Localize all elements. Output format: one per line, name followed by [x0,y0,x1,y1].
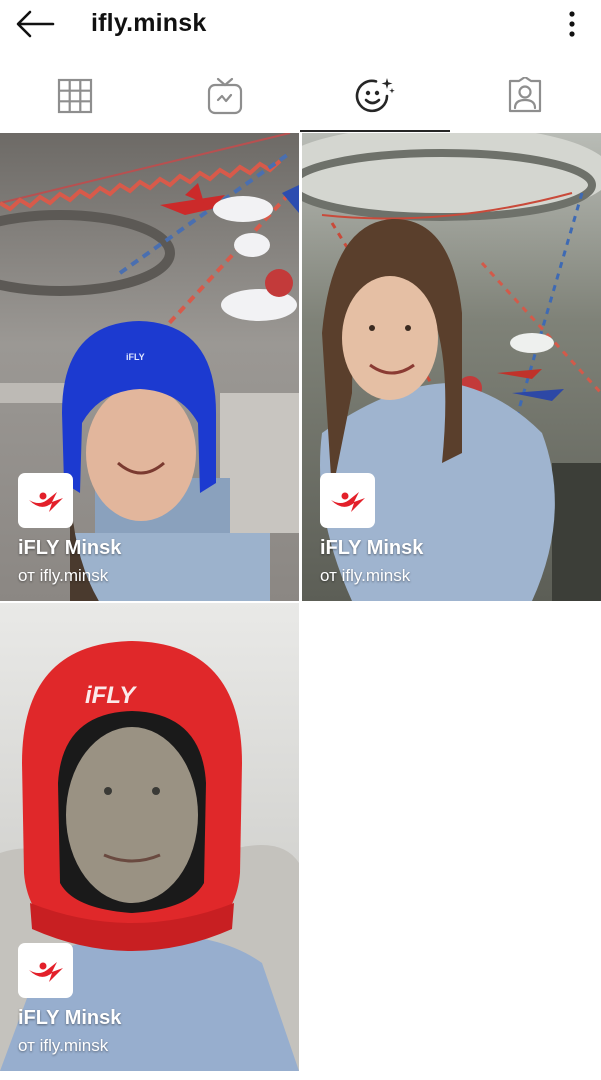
back-button[interactable] [12,6,58,42]
ifly-logo-badge [18,943,73,998]
ifly-logo-icon [330,491,365,512]
effect-author: от ifly.minsk [18,566,109,585]
svg-text:iFLY: iFLY [126,352,145,362]
top-bar: ifly.minsk [0,0,601,48]
ifly-logo-icon [28,491,63,512]
tagged-person-icon [508,77,542,113]
effect-name: iFLY Minsk [18,1007,122,1029]
effects-grid: iFLY iFLY Minsk от ifly.minsk iFLY Minsk… [0,133,601,1080]
effect-preview-image: iFLY [0,133,299,601]
tab-igtv[interactable] [150,60,300,132]
effect-tile[interactable]: iFLY iFLY Minsk от ifly.minsk [0,603,299,1071]
effect-author: от ifly.minsk [18,1036,109,1055]
tab-grid[interactable] [0,60,150,132]
grid-icon [57,78,93,114]
more-options-button[interactable] [556,8,588,40]
effect-tile[interactable]: iFLY Minsk от ifly.minsk [302,133,601,601]
svg-text:iFLY: iFLY [85,682,137,709]
effect-name: iFLY Minsk [18,537,122,559]
effect-tile[interactable]: iFLY iFLY Minsk от ifly.minsk [0,133,299,601]
effect-author: от ifly.minsk [320,566,411,585]
active-tab-indicator [300,130,450,132]
ifly-logo-badge [320,473,375,528]
ifly-logo-badge [18,473,73,528]
profile-tabs [0,60,601,132]
effect-preview-image: iFLY [0,603,299,1071]
arrow-left-icon [16,10,55,38]
more-vertical-icon [569,11,575,37]
ifly-logo-icon [28,961,63,982]
effect-name: iFLY Minsk [320,537,424,559]
face-effects-icon [355,78,395,113]
profile-username: ifly.minsk [91,9,207,37]
tv-icon [207,77,243,115]
effect-preview-image [302,133,601,601]
tab-tagged[interactable] [450,60,600,132]
tab-effects[interactable] [300,60,450,132]
